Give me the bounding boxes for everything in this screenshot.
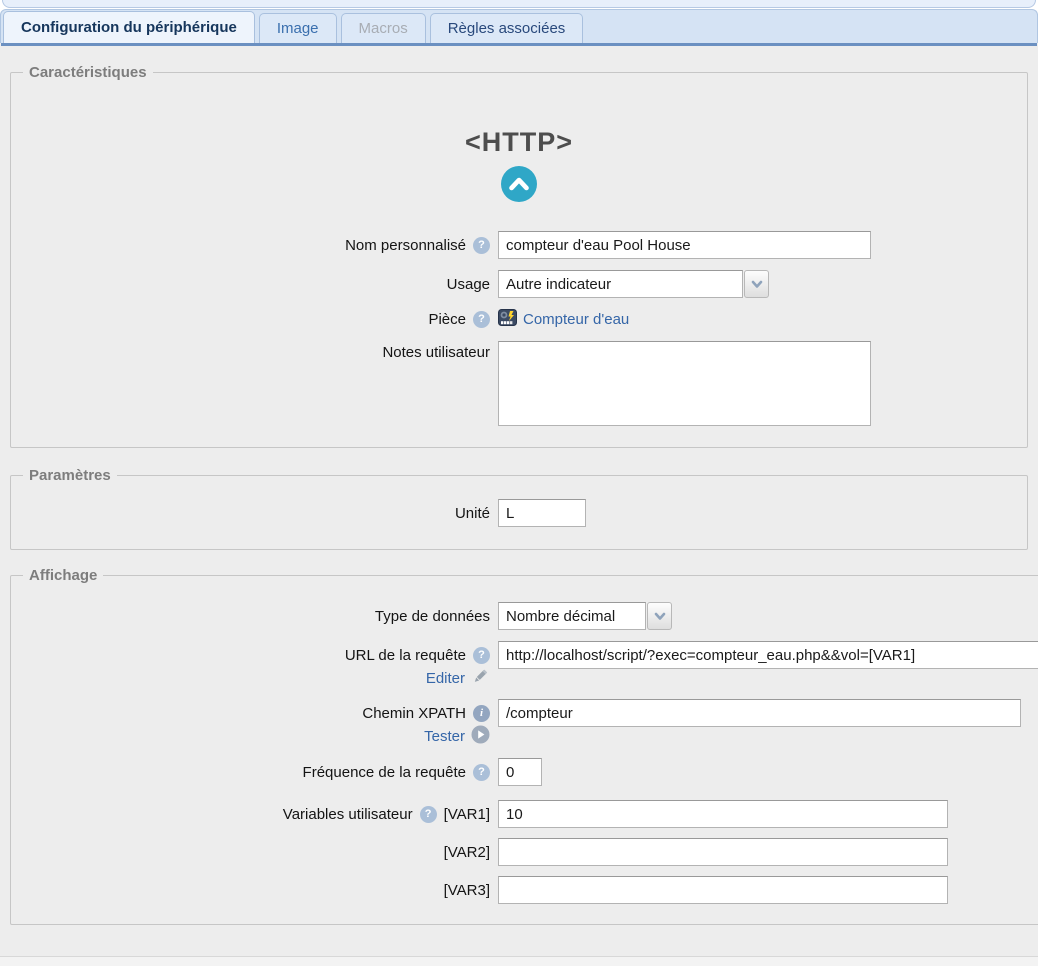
unite-input[interactable] <box>498 499 586 527</box>
type-donnees-select[interactable]: Nombre décimal <box>498 602 672 630</box>
usage-label: Usage <box>447 276 490 293</box>
editer-link[interactable]: Editer <box>426 670 465 687</box>
tab-configuration-peripherique[interactable]: Configuration du périphérique <box>3 11 255 43</box>
section-caracteristiques: Caractéristiques <HTTP> Nom personnalisé… <box>10 64 1028 448</box>
field-row-var1: Variables utilisateur ? [VAR1] <box>11 800 1038 828</box>
var2-input[interactable] <box>498 838 948 866</box>
type-donnees-select-arrow-button[interactable] <box>647 602 672 630</box>
xpath-input[interactable] <box>498 699 1021 727</box>
device-config-panel: Caractéristiques <HTTP> Nom personnalisé… <box>0 43 1038 957</box>
piece-label: Pièce <box>428 311 466 328</box>
url-input[interactable] <box>498 641 1038 669</box>
meter-icon <box>498 309 517 330</box>
notes-textarea[interactable] <box>498 341 871 426</box>
url-label: URL de la requête <box>345 647 466 664</box>
field-row-nom: Nom personnalisé ? <box>11 231 1027 259</box>
nom-label: Nom personnalisé <box>345 237 466 254</box>
device-type-label: <HTTP> <box>11 127 1027 158</box>
chevron-up-circle-icon <box>11 165 1027 207</box>
chevron-down-icon <box>653 609 667 623</box>
editer-row: Editer <box>11 667 490 689</box>
device-logo: <HTTP> <box>11 127 1027 207</box>
variables-label: Variables utilisateur <box>283 806 413 823</box>
tab-regles-associees[interactable]: Règles associées <box>430 13 584 43</box>
field-row-frequence: Fréquence de la requête ? <box>11 758 1038 786</box>
tester-row: Tester <box>11 725 490 748</box>
unite-label: Unité <box>455 505 490 522</box>
field-row-var3: [VAR3] <box>11 876 1038 904</box>
frequence-input[interactable] <box>498 758 542 786</box>
var1-name-label: [VAR1] <box>444 806 490 823</box>
question-icon[interactable]: ? <box>473 237 490 254</box>
field-row-var2: [VAR2] <box>11 838 1038 866</box>
question-icon[interactable]: ? <box>473 311 490 328</box>
field-row-unite: Unité <box>11 499 1027 527</box>
type-donnees-select-value[interactable]: Nombre décimal <box>498 602 646 630</box>
usage-select[interactable]: Autre indicateur <box>498 270 769 298</box>
tab-macros: Macros <box>341 13 426 43</box>
notes-label: Notes utilisateur <box>382 344 490 361</box>
field-row-type-donnees: Type de données Nombre décimal <box>11 602 1038 630</box>
var3-input[interactable] <box>498 876 948 904</box>
section-affichage-legend: Affichage <box>23 567 103 584</box>
section-parametres: Paramètres Unité <box>10 467 1028 550</box>
type-donnees-label: Type de données <box>375 608 490 625</box>
var2-name-label: [VAR2] <box>444 844 490 861</box>
question-icon[interactable]: ? <box>473 764 490 781</box>
field-row-notes: Notes utilisateur <box>11 341 1027 426</box>
var1-input[interactable] <box>498 800 948 828</box>
previous-panel-edge <box>2 0 1036 8</box>
frequence-label: Fréquence de la requête <box>303 764 466 781</box>
field-row-piece: Pièce ? <box>11 309 1027 330</box>
usage-select-value[interactable]: Autre indicateur <box>498 270 743 298</box>
chevron-down-icon <box>750 277 764 291</box>
field-row-url: URL de la requête ? <box>11 641 1038 669</box>
section-caracteristiques-legend: Caractéristiques <box>23 64 153 81</box>
pencil-icon[interactable] <box>471 667 490 689</box>
question-icon[interactable]: ? <box>420 806 437 823</box>
tab-image[interactable]: Image <box>259 13 337 43</box>
play-circle-icon[interactable] <box>471 725 490 748</box>
section-affichage: Affichage Type de données Nombre décimal… <box>10 567 1038 925</box>
question-icon[interactable]: ? <box>473 647 490 664</box>
field-row-xpath: Chemin XPATH i <box>11 699 1038 727</box>
room-link[interactable]: Compteur d'eau <box>498 309 629 330</box>
nom-input[interactable] <box>498 231 871 259</box>
section-parametres-legend: Paramètres <box>23 467 117 484</box>
field-row-usage: Usage Autre indicateur <box>11 270 1027 298</box>
tab-bar: Configuration du périphérique Image Macr… <box>0 9 1038 43</box>
tester-link[interactable]: Tester <box>424 728 465 745</box>
info-icon[interactable]: i <box>473 705 490 722</box>
xpath-label: Chemin XPATH <box>362 705 466 722</box>
room-link-label: Compteur d'eau <box>523 311 629 328</box>
usage-select-arrow-button[interactable] <box>744 270 769 298</box>
var3-name-label: [VAR3] <box>444 882 490 899</box>
